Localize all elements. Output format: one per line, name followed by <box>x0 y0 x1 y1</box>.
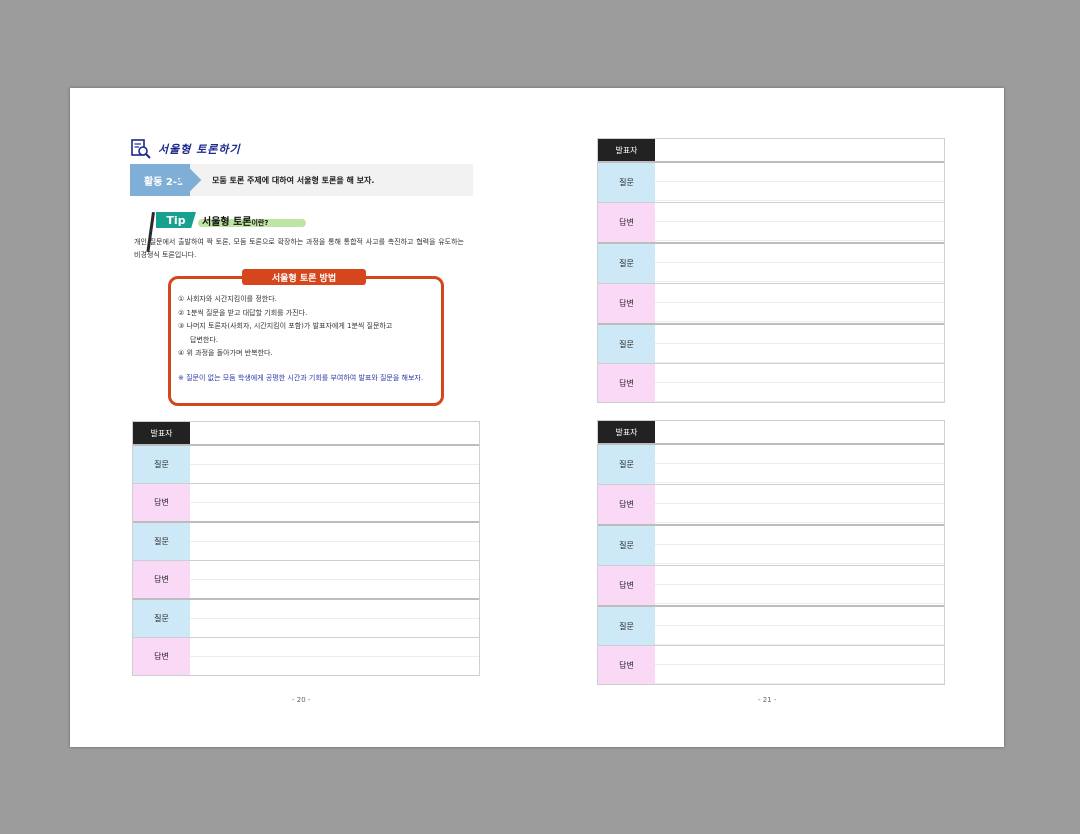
writing-lines[interactable] <box>655 445 944 484</box>
method-title: 서울형 토론 방법 <box>242 269 366 285</box>
question-row[interactable]: 질문 <box>133 444 479 483</box>
question-row[interactable]: 질문 <box>133 598 479 637</box>
question-label: 질문 <box>133 446 190 483</box>
question-label: 질문 <box>598 526 655 565</box>
question-label: 질문 <box>133 523 190 560</box>
section-header: 서울형 토론하기 <box>130 138 241 160</box>
document-spread: 서울형 토론하기 활동 2-3 모둠 토론 주제에 대하여 서울형 토론을 해 … <box>70 88 1004 747</box>
writing-lines[interactable] <box>190 600 479 637</box>
answer-label: 답변 <box>133 638 190 675</box>
method-note: ※ 질문이 없는 모둠 학생에게 공평한 시간과 기회를 부여하여 발표와 질문… <box>178 374 424 382</box>
method-step: ① 사회자와 시간지킴이를 정한다. <box>178 295 277 303</box>
writing-lines[interactable] <box>655 607 944 645</box>
question-label: 질문 <box>133 600 190 637</box>
activity-bar: 활동 2-3 모둠 토론 주제에 대하여 서울형 토론을 해 보자. <box>130 164 473 196</box>
presenter-label: 발표자 <box>598 139 655 161</box>
writing-lines[interactable] <box>190 484 479 521</box>
answer-label: 답변 <box>133 484 190 521</box>
activity-instruction: 모둠 토론 주제에 대하여 서울형 토론을 해 보자. <box>212 175 375 185</box>
tip-title-suffix: 이란? <box>251 219 269 227</box>
writing-lines[interactable] <box>655 526 944 565</box>
question-row[interactable]: 질문 <box>598 323 944 363</box>
writing-lines[interactable] <box>655 325 944 363</box>
presenter-label: 발표자 <box>598 421 655 443</box>
method-step: ④ 위 과정을 돌아가며 반복한다. <box>178 349 273 357</box>
activity-tag: 활동 2-3 <box>130 164 190 196</box>
question-label: 질문 <box>598 607 655 645</box>
answer-row[interactable]: 답변 <box>598 363 944 402</box>
method-step: 답변한다. <box>190 335 218 344</box>
question-row[interactable]: 질문 <box>598 605 944 645</box>
answer-row[interactable]: 답변 <box>598 202 944 242</box>
writing-lines[interactable] <box>190 638 479 675</box>
answer-label: 답변 <box>133 561 190 598</box>
answer-row[interactable]: 답변 <box>133 560 479 598</box>
tip-title: 서울형 토론이란? <box>202 213 268 228</box>
writing-lines[interactable] <box>655 284 944 323</box>
answer-row[interactable]: 답변 <box>133 483 479 521</box>
question-label: 질문 <box>598 163 655 202</box>
question-label: 질문 <box>598 445 655 484</box>
question-row[interactable]: 질문 <box>598 161 944 202</box>
section-title: 서울형 토론하기 <box>158 143 241 156</box>
tip-title-main: 서울형 토론 <box>202 217 252 228</box>
question-row[interactable]: 질문 <box>598 524 944 565</box>
answer-label: 답변 <box>598 485 655 524</box>
writing-lines[interactable] <box>655 203 944 242</box>
writing-lines[interactable] <box>190 561 479 598</box>
question-row[interactable]: 질문 <box>133 521 479 560</box>
presenter-label: 발표자 <box>133 422 190 444</box>
question-label: 질문 <box>598 325 655 363</box>
page-number-right: - 21 - <box>758 696 777 704</box>
answer-label: 답변 <box>598 566 655 605</box>
tip-body: 개인 질문에서 출발하여 짝 토론, 모둠 토론으로 확장하는 과정을 통해 통… <box>134 238 464 259</box>
search-document-icon <box>131 139 151 159</box>
question-row[interactable]: 질문 <box>598 242 944 283</box>
method-step: ② 1분씩 질문을 받고 대답할 기회를 가진다. <box>178 308 308 317</box>
qa-table-right-top: 발표자 질문 답변 질문 답변 질문 답변 <box>597 138 945 403</box>
question-label: 질문 <box>598 244 655 283</box>
qa-table-left: 발표자 질문 답변 질문 답변 질문 답변 <box>132 421 480 676</box>
qa-table-right-bottom: 발표자 질문 답변 질문 답변 질문 답변 <box>597 420 945 685</box>
writing-lines[interactable] <box>655 244 944 283</box>
answer-row[interactable]: 답변 <box>133 637 479 675</box>
writing-lines[interactable] <box>190 523 479 560</box>
method-steps: ① 사회자와 시간지킴이를 정한다. ② 1분씩 질문을 받고 대답할 기회를 … <box>178 293 438 361</box>
writing-lines[interactable] <box>655 163 944 202</box>
writing-lines[interactable] <box>655 485 944 524</box>
answer-row[interactable]: 답변 <box>598 484 944 524</box>
answer-label: 답변 <box>598 203 655 242</box>
writing-lines[interactable] <box>655 566 944 605</box>
answer-label: 답변 <box>598 646 655 684</box>
page-number-left: - 20 - <box>292 696 311 704</box>
presenter-row: 발표자 <box>598 421 944 443</box>
answer-row[interactable]: 답변 <box>598 283 944 323</box>
answer-row[interactable]: 답변 <box>598 645 944 684</box>
method-step: ③ 나머지 토론자(사회자, 시간지킴이 포함)가 발표자에게 1분씩 질문하고 <box>178 322 393 330</box>
answer-row[interactable]: 답변 <box>598 565 944 605</box>
presenter-row: 발표자 <box>133 422 479 444</box>
tip-badge: Tip <box>156 212 196 228</box>
writing-lines[interactable] <box>190 446 479 483</box>
presenter-row: 발표자 <box>598 139 944 161</box>
answer-label: 답변 <box>598 364 655 402</box>
question-row[interactable]: 질문 <box>598 443 944 484</box>
writing-lines[interactable] <box>655 646 944 684</box>
answer-label: 답변 <box>598 284 655 323</box>
writing-lines[interactable] <box>655 364 944 402</box>
